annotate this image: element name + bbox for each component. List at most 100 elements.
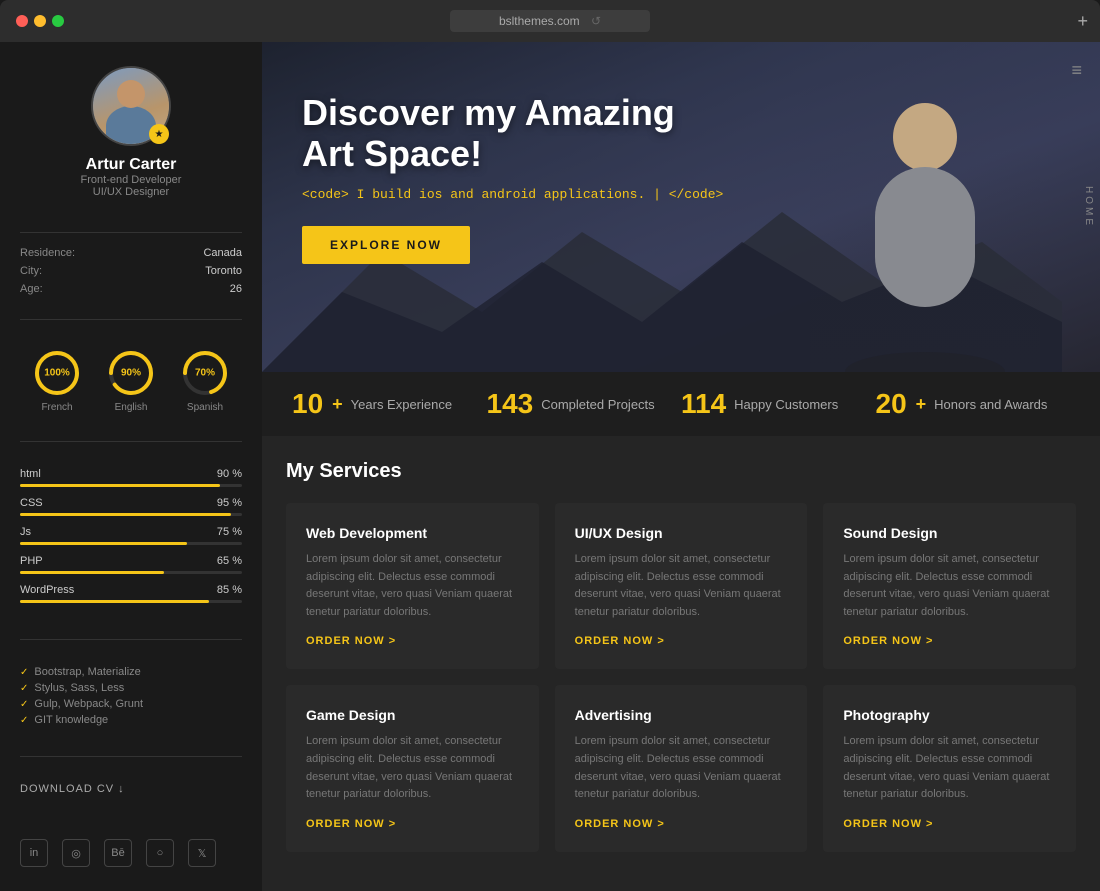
language-circle: 90% [106, 348, 156, 398]
stat-item: 10 + Years Experience [292, 388, 487, 420]
browser-dots [16, 15, 64, 27]
skill-bar-bg [20, 513, 242, 516]
service-card: Web Development Lorem ipsum dolor sit am… [286, 503, 539, 669]
order-now-link[interactable]: ORDER NOW > [306, 818, 519, 830]
close-button[interactable] [16, 15, 28, 27]
lang-item: 100% French [32, 348, 82, 413]
behance-icon[interactable]: Bē [104, 839, 132, 867]
divider-2 [20, 319, 242, 320]
skill-item: html 90 % [20, 468, 242, 487]
stat-number: 114 [681, 388, 726, 420]
service-card: Photography Lorem ipsum dolor sit amet, … [823, 685, 1076, 851]
skill-item: Js 75 % [20, 526, 242, 545]
service-card: Game Design Lorem ipsum dolor sit amet, … [286, 685, 539, 851]
languages-section: 100% French 90% English 70% [20, 348, 242, 419]
age-value: 26 [230, 283, 242, 295]
profile-name: Artur Carter [86, 156, 177, 174]
hero-title-line2: Art Space! [302, 133, 482, 174]
skill-item: PHP 65 % [20, 555, 242, 574]
social-links: in ◎ Bē ○ 𝕏 [20, 839, 242, 867]
service-card-title: Advertising [575, 707, 788, 723]
stat-label: Happy Customers [734, 397, 838, 412]
service-card-desc: Lorem ipsum dolor sit amet, consectetur … [306, 733, 519, 803]
skill-bar-fill [20, 600, 209, 603]
info-row-city: City: Toronto [20, 265, 242, 277]
info-row-residence: Residence: Canada [20, 247, 242, 259]
service-card-title: Sound Design [843, 525, 1056, 541]
order-now-link[interactable]: ORDER NOW > [575, 635, 788, 647]
divider-1 [20, 232, 242, 233]
profile-title1: Front-end Developer [81, 174, 182, 186]
tech-item: ✓ Gulp, Webpack, Grunt [20, 698, 242, 710]
tech-item: ✓ Bootstrap, Materialize [20, 666, 242, 678]
check-icon: ✓ [20, 667, 28, 678]
twitter-icon[interactable]: 𝕏 [188, 839, 216, 867]
hero-title-line1: Discover my Amazing [302, 92, 675, 133]
stat-number: 20 [876, 388, 907, 420]
skill-item: WordPress 85 % [20, 584, 242, 603]
lang-item: 70% Spanish [180, 348, 230, 413]
skill-item: CSS 95 % [20, 497, 242, 516]
age-label: Age: [20, 283, 43, 295]
order-now-link[interactable]: ORDER NOW > [575, 818, 788, 830]
linkedin-icon[interactable]: in [20, 839, 48, 867]
stat-plus: + [332, 394, 343, 415]
service-card: UI/UX Design Lorem ipsum dolor sit amet,… [555, 503, 808, 669]
explore-now-button[interactable]: EXPLORE NOW [302, 226, 470, 264]
order-now-link[interactable]: ORDER NOW > [843, 818, 1056, 830]
divider-4 [20, 639, 242, 640]
main-content[interactable]: ≡ HOME Discover my Amazing Art Space! <c… [262, 42, 1100, 891]
divider-5 [20, 756, 242, 757]
divider-3 [20, 441, 242, 442]
hero-title: Discover my Amazing Art Space! [302, 92, 723, 175]
tech-item: ✓ Stylus, Sass, Less [20, 682, 242, 694]
check-icon: ✓ [20, 699, 28, 710]
url-bar[interactable]: bslthemes.com ↺ [450, 10, 650, 32]
check-icon: ✓ [20, 715, 28, 726]
reload-icon[interactable]: ↺ [591, 14, 601, 28]
service-card-desc: Lorem ipsum dolor sit amet, consectetur … [843, 551, 1056, 621]
service-card-desc: Lorem ipsum dolor sit amet, consectetur … [843, 733, 1056, 803]
order-now-link[interactable]: ORDER NOW > [306, 635, 519, 647]
residence-value: Canada [203, 247, 242, 259]
lang-item: 90% English [106, 348, 156, 413]
stat-plus: + [916, 394, 927, 415]
profile-title2: UI/UX Designer [93, 186, 169, 198]
skill-bar-fill [20, 542, 187, 545]
browser-chrome: bslthemes.com ↺ + [0, 0, 1100, 42]
hamburger-menu[interactable]: ≡ [1067, 56, 1086, 85]
home-nav-label[interactable]: HOME [1077, 178, 1100, 236]
stat-item: 20 + Honors and Awards [876, 388, 1071, 420]
skills-section: html 90 % CSS 95 % Js 75 % [20, 468, 242, 613]
info-row-age: Age: 26 [20, 283, 242, 295]
github-icon[interactable]: ○ [146, 839, 174, 867]
stat-label: Honors and Awards [934, 397, 1047, 412]
stat-number: 10 [292, 388, 323, 420]
maximize-button[interactable] [52, 15, 64, 27]
sidebar-profile: ★ Artur Carter Front-end Developer UI/UX… [20, 66, 242, 198]
url-text: bslthemes.com [499, 14, 580, 28]
new-tab-button[interactable]: + [1077, 11, 1088, 32]
skill-bar-bg [20, 571, 242, 574]
stat-number: 143 [487, 388, 534, 420]
minimize-button[interactable] [34, 15, 46, 27]
stat-item: 114 Happy Customers [681, 388, 876, 420]
stat-label: Years Experience [351, 397, 452, 412]
instagram-icon[interactable]: ◎ [62, 839, 90, 867]
skill-bar-bg [20, 600, 242, 603]
service-card-title: Photography [843, 707, 1056, 723]
service-card-title: Game Design [306, 707, 519, 723]
service-card: Sound Design Lorem ipsum dolor sit amet,… [823, 503, 1076, 669]
download-icon: ↓ [118, 783, 125, 795]
skill-bar-bg [20, 484, 242, 487]
hero-subtitle: <code> I build ios and android applicati… [302, 187, 723, 202]
skill-bar-bg [20, 542, 242, 545]
order-now-link[interactable]: ORDER NOW > [843, 635, 1056, 647]
skill-bar-fill [20, 571, 164, 574]
skill-bar-fill [20, 484, 220, 487]
service-card-desc: Lorem ipsum dolor sit amet, consectetur … [306, 551, 519, 621]
sidebar: ★ Artur Carter Front-end Developer UI/UX… [0, 42, 262, 891]
language-circle: 100% [32, 348, 82, 398]
download-cv-button[interactable]: DOWNLOAD CV ↓ [20, 783, 242, 795]
residence-label: Residence: [20, 247, 75, 259]
